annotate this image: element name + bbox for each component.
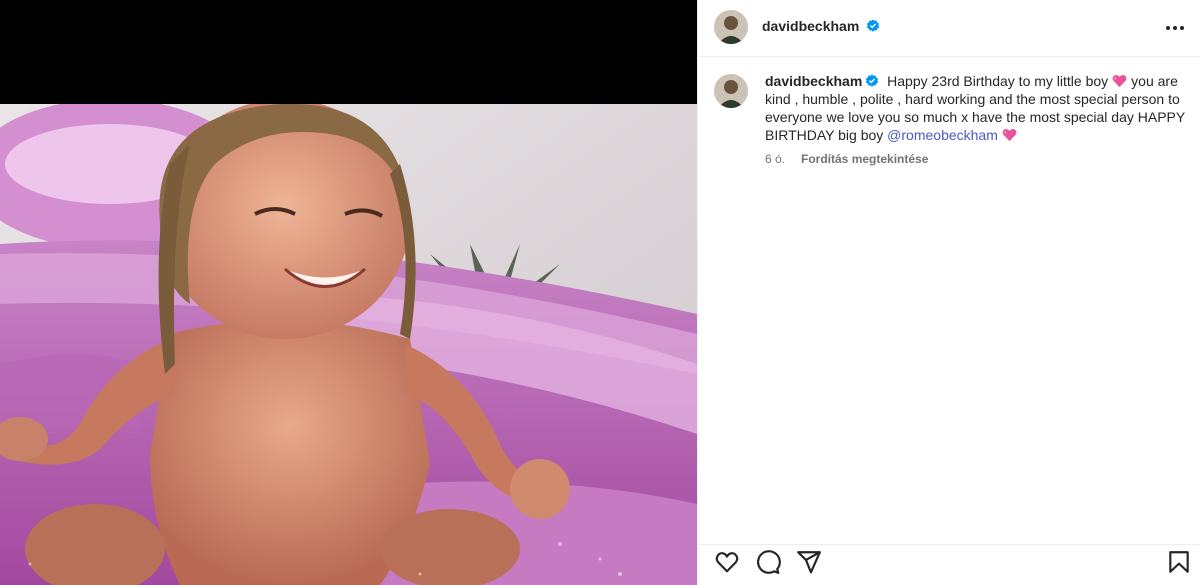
post-side-panel: davidbeckham davidbeckham Happy 23rd Bir…	[697, 0, 1200, 585]
see-translation-button[interactable]: Fordítás megtekintése	[801, 152, 928, 166]
share-icon[interactable]	[796, 549, 822, 575]
pink-heart-emoji-icon	[1112, 74, 1127, 88]
caption-avatar[interactable]	[714, 74, 748, 108]
share-button[interactable]	[796, 549, 822, 575]
like-button[interactable]	[714, 549, 740, 575]
caption-username-text[interactable]: davidbeckham	[765, 73, 862, 89]
more-options-icon[interactable]	[1165, 25, 1185, 31]
caption-meta: 6 ó. Fordítás megtekintése	[765, 152, 1194, 166]
caption-part1: Happy 23rd Birthday to my little boy	[887, 73, 1109, 89]
post-media	[0, 0, 697, 585]
mention-link[interactable]: @romeobeckham	[887, 127, 998, 143]
heart-icon[interactable]	[714, 549, 740, 575]
post-photo[interactable]	[0, 104, 697, 585]
pink-heart-emoji-icon	[1002, 128, 1017, 142]
header-username-text[interactable]: davidbeckham	[762, 18, 859, 34]
post-caption: davidbeckham Happy 23rd Birthday to my l…	[714, 72, 1194, 166]
more-options-button[interactable]	[1163, 16, 1187, 40]
avatar[interactable]	[714, 10, 748, 44]
verified-badge-icon	[866, 74, 879, 87]
caption-text: davidbeckham Happy 23rd Birthday to my l…	[765, 72, 1194, 144]
caption-username[interactable]: davidbeckham	[765, 73, 879, 89]
save-button[interactable]	[1166, 549, 1192, 575]
post-timestamp[interactable]: 6 ó.	[765, 152, 785, 166]
post-header: davidbeckham	[698, 0, 1200, 57]
header-username[interactable]: davidbeckham	[762, 18, 880, 34]
comment-button[interactable]	[755, 549, 781, 575]
bookmark-icon[interactable]	[1166, 549, 1192, 575]
post-actions	[698, 544, 1200, 578]
verified-badge-icon	[867, 19, 880, 32]
comment-icon[interactable]	[755, 549, 781, 575]
